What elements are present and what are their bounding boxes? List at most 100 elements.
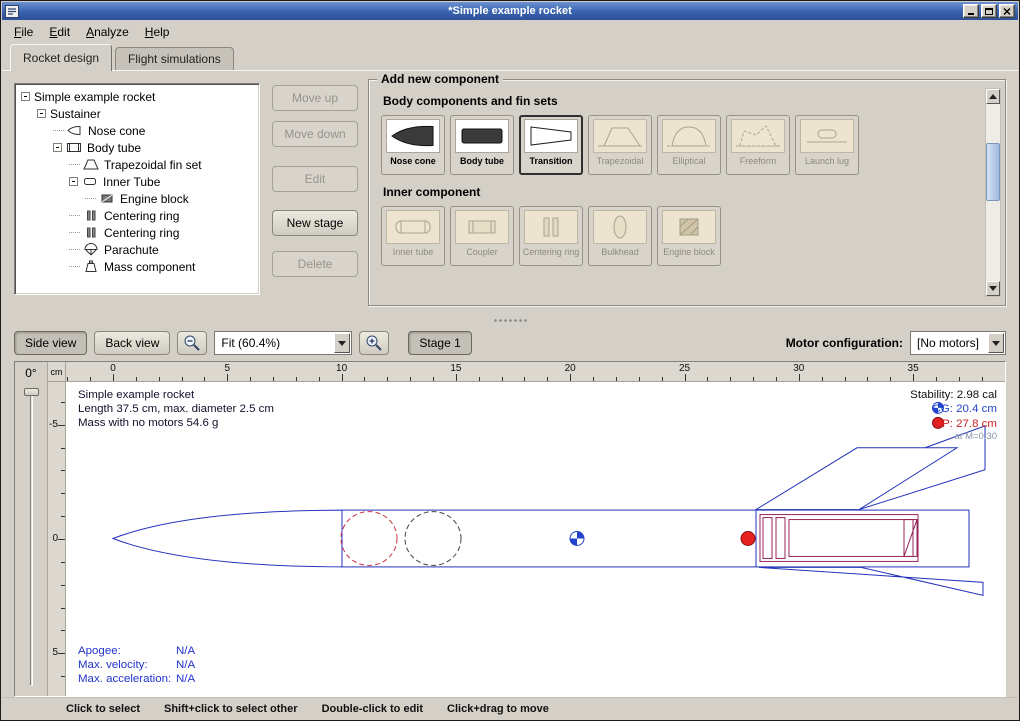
component-button-freeform[interactable]: Freeform xyxy=(726,115,790,175)
h-ruler-tick xyxy=(296,377,297,381)
component-button-label: Bulkhead xyxy=(601,247,639,257)
component-button-elliptical[interactable]: Elliptical xyxy=(657,115,721,175)
tab-flight-simulations[interactable]: Flight simulations xyxy=(115,47,234,70)
menu-edit[interactable]: Edit xyxy=(41,21,78,43)
component-tree[interactable]: Simple example rocket SustainerNose coneB… xyxy=(14,83,260,295)
back-view-button[interactable]: Back view xyxy=(94,331,170,355)
rotation-control: 0° xyxy=(15,362,48,696)
mach-text: at M=0.30 xyxy=(955,431,997,442)
tree-item-inner-tube[interactable]: Inner Tube xyxy=(17,173,257,190)
rotation-angle-label: 0° xyxy=(15,366,47,380)
tree-expander-icon[interactable] xyxy=(21,92,30,101)
body-tube-shape[interactable] xyxy=(342,510,969,567)
tree-item-trapezoidal-fin-set[interactable]: Trapezoidal fin set xyxy=(17,156,257,173)
tree-item-engine-block[interactable]: Engine block xyxy=(17,190,257,207)
h-ruler-tick xyxy=(479,377,480,381)
h-ruler-tick xyxy=(456,374,457,381)
v-ruler-label: 0 xyxy=(52,533,58,544)
component-button-nose-cone[interactable]: Nose cone xyxy=(381,115,445,175)
title-bar[interactable]: *Simple example rocket xyxy=(2,2,1018,20)
component-button-engine-block[interactable]: Engine block xyxy=(657,206,721,266)
centering-ring-icon xyxy=(83,226,100,239)
component-button-coupler[interactable]: Coupler xyxy=(450,206,514,266)
scroll-down-button[interactable] xyxy=(986,281,1000,296)
new-stage-button[interactable]: New stage xyxy=(272,210,358,236)
tree-item-label: Trapezoidal fin set xyxy=(104,158,202,172)
tree-item-sustainer[interactable]: Sustainer xyxy=(17,105,257,122)
tree-item-body-tube[interactable]: Body tube xyxy=(17,139,257,156)
nose-cone-icon xyxy=(386,119,440,153)
parachute-icon xyxy=(83,243,100,256)
h-ruler-label: 10 xyxy=(336,363,347,374)
v-ruler: -505 xyxy=(48,382,66,696)
tree-item-parachute[interactable]: Parachute xyxy=(17,241,257,258)
move-down-button[interactable]: Move down xyxy=(272,121,358,147)
scrollbar-thumb[interactable] xyxy=(986,143,1000,201)
component-button-launch-lug[interactable]: Launch lug xyxy=(795,115,859,175)
engine-block-c-icon xyxy=(662,210,716,244)
app-window: *Simple example rocket FileEditAnalyzeHe… xyxy=(0,0,1020,721)
zoom-in-button[interactable] xyxy=(359,331,389,355)
scroll-up-button[interactable] xyxy=(986,89,1000,104)
component-button-centering-ring[interactable]: Centering ring xyxy=(519,206,583,266)
tree-expander-icon[interactable] xyxy=(69,177,78,186)
component-button-transition[interactable]: Transition xyxy=(519,115,583,175)
rocket-drawing-area[interactable]: Simple example rocket Length 37.5 cm, ma… xyxy=(66,382,1005,696)
tree-item-label: Inner Tube xyxy=(103,175,160,189)
side-view-button[interactable]: Side view xyxy=(14,331,87,355)
cp-marker xyxy=(741,532,755,546)
chevron-down-icon[interactable] xyxy=(334,333,350,353)
tab-strip: Rocket design Flight simulations xyxy=(2,43,1018,70)
component-button-inner-tube[interactable]: Inner tube xyxy=(381,206,445,266)
v-ruler-tick xyxy=(61,585,65,586)
rocket-length-text: Length 37.5 cm, max. diameter 2.5 cm xyxy=(78,403,274,415)
tree-item-mass-component[interactable]: Mass component xyxy=(17,258,257,275)
edit-buttons: Move up Move down Edit New stage Delete xyxy=(272,85,358,277)
tree-expander-icon[interactable] xyxy=(37,109,46,118)
tree-item-label: Simple example rocket xyxy=(34,90,155,104)
tree-item-centering-ring[interactable]: Centering ring xyxy=(17,207,257,224)
menu-analyze[interactable]: Analyze xyxy=(78,21,137,43)
window-icon[interactable] xyxy=(5,5,19,18)
component-button-trapezoidal[interactable]: Trapezoidal xyxy=(588,115,652,175)
add-component-scrollbar[interactable] xyxy=(985,88,1001,297)
nose-cone-shape[interactable] xyxy=(113,510,342,567)
tree-item-centering-ring[interactable]: Centering ring xyxy=(17,224,257,241)
minimize-button[interactable] xyxy=(963,4,979,18)
rotation-slider-track[interactable] xyxy=(30,390,33,686)
component-button-body-tube[interactable]: Body tube xyxy=(450,115,514,175)
chevron-down-icon[interactable] xyxy=(988,333,1004,353)
body-tube-icon xyxy=(66,141,83,154)
edit-button[interactable]: Edit xyxy=(272,166,358,192)
menu-file[interactable]: File xyxy=(6,21,41,43)
pane-splitter[interactable] xyxy=(2,316,1018,325)
h-ruler-tick xyxy=(662,377,663,381)
delete-button[interactable]: Delete xyxy=(272,251,358,277)
magnifier-plus-icon xyxy=(365,334,383,352)
component-button-bulkhead[interactable]: Bulkhead xyxy=(588,206,652,266)
component-button-label: Nose cone xyxy=(390,156,436,166)
fin-lower-shape[interactable] xyxy=(759,567,983,595)
v-ruler-tick xyxy=(58,653,65,654)
tab-rocket-design[interactable]: Rocket design xyxy=(10,44,112,71)
component-button-label: Engine block xyxy=(663,247,715,257)
move-up-button[interactable]: Move up xyxy=(272,85,358,111)
rotation-slider-thumb[interactable] xyxy=(24,388,39,396)
tree-item-simple-example-rocket[interactable]: Simple example rocket xyxy=(17,88,257,105)
maximize-button[interactable] xyxy=(981,4,997,18)
h-ruler-tick xyxy=(342,374,343,381)
max-acceleration-label: Max. acceleration: xyxy=(78,673,171,685)
stage-1-toggle[interactable]: Stage 1 xyxy=(408,331,471,355)
zoom-select[interactable]: Fit (60.4%) xyxy=(214,331,352,355)
h-ruler-tick xyxy=(639,377,640,381)
tree-item-label: Sustainer xyxy=(50,107,101,121)
tree-expander-icon[interactable] xyxy=(53,143,62,152)
zoom-out-button[interactable] xyxy=(177,331,207,355)
menu-help[interactable]: Help xyxy=(137,21,178,43)
tree-item-label: Centering ring xyxy=(104,209,179,223)
max-velocity-label: Max. velocity: xyxy=(78,659,148,671)
close-button[interactable] xyxy=(999,4,1015,18)
motor-configuration-select[interactable]: [No motors] xyxy=(910,331,1006,355)
tree-item-nose-cone[interactable]: Nose cone xyxy=(17,122,257,139)
h-ruler-label: 25 xyxy=(679,363,690,374)
